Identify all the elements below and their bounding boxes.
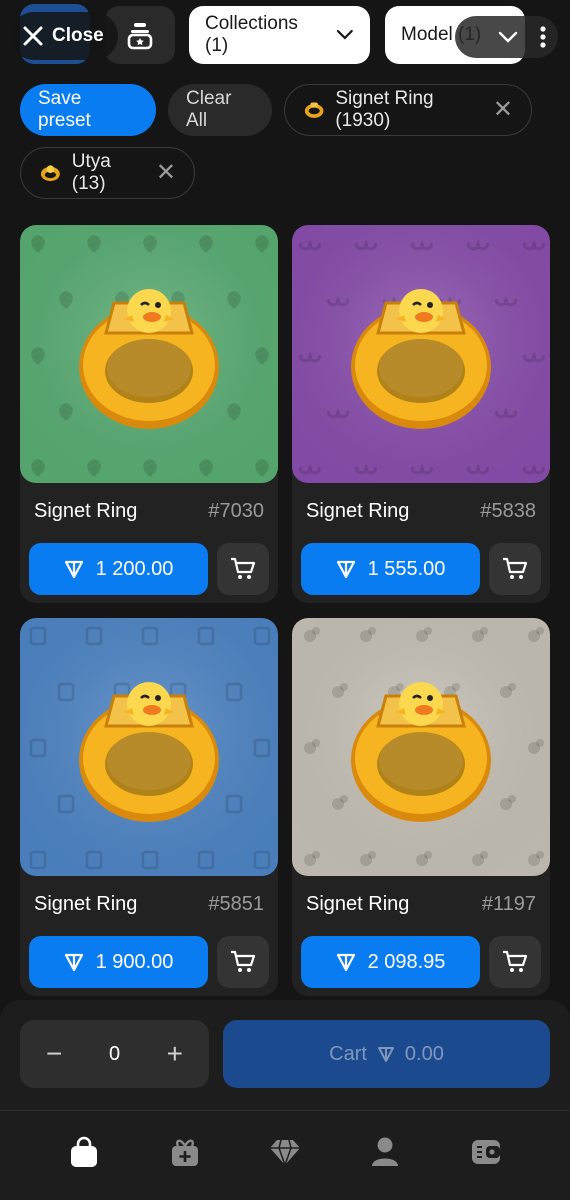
cart-button[interactable]: Cart 0.00 bbox=[223, 1020, 550, 1088]
product-card[interactable]: Signet Ring #7030 1 200.00 bbox=[20, 225, 278, 603]
ton-icon bbox=[64, 953, 83, 972]
product-number: #5838 bbox=[480, 500, 536, 522]
product-name: Signet Ring bbox=[34, 500, 138, 522]
ton-icon bbox=[64, 560, 83, 579]
ton-icon bbox=[336, 560, 355, 579]
nav-item-wallet[interactable] bbox=[458, 1124, 514, 1180]
collections-label: Collections (1) bbox=[205, 13, 298, 56]
wallet-icon bbox=[471, 1140, 500, 1164]
cart-icon bbox=[503, 950, 528, 972]
ring-icon bbox=[304, 102, 324, 118]
product-image[interactable] bbox=[20, 618, 278, 876]
product-name: Signet Ring bbox=[34, 893, 138, 915]
cart-label: Cart bbox=[329, 1042, 367, 1065]
more-vertical-icon[interactable] bbox=[540, 26, 546, 48]
buy-price-button[interactable]: 1 555.00 bbox=[301, 543, 480, 595]
clear-all-label: Clear All bbox=[186, 88, 232, 131]
add-to-cart-button[interactable] bbox=[217, 936, 269, 988]
increment-button[interactable]: + bbox=[167, 1038, 183, 1070]
product-name: Signet Ring bbox=[306, 500, 410, 522]
chevron-down-icon[interactable] bbox=[498, 30, 518, 44]
bottom-navigation bbox=[0, 1120, 570, 1184]
product-number: #5851 bbox=[208, 893, 264, 915]
close-label: Close bbox=[52, 25, 104, 46]
cart-total: 0.00 bbox=[404, 1042, 444, 1065]
product-card[interactable]: Signet Ring #5838 1 555.00 bbox=[292, 225, 550, 603]
decrement-button[interactable]: − bbox=[46, 1038, 62, 1070]
duck-icon bbox=[40, 165, 60, 182]
product-number: #1197 bbox=[481, 893, 536, 915]
ring-illustration bbox=[20, 618, 278, 876]
close-icon bbox=[23, 26, 43, 46]
add-to-cart-button[interactable] bbox=[489, 936, 541, 988]
product-image[interactable] bbox=[292, 225, 550, 483]
ring-illustration bbox=[292, 618, 550, 876]
quantity-value: 0 bbox=[108, 1042, 121, 1065]
product-name: Signet Ring bbox=[306, 893, 410, 915]
diamond-icon bbox=[269, 1139, 300, 1166]
product-price: 2 098.95 bbox=[367, 950, 446, 973]
remove-filter-icon[interactable]: ✕ bbox=[493, 98, 513, 122]
cart-icon bbox=[503, 557, 528, 579]
product-price: 1 900.00 bbox=[95, 950, 174, 973]
product-image[interactable] bbox=[20, 225, 278, 483]
nav-item-market[interactable] bbox=[56, 1124, 112, 1180]
add-to-cart-button[interactable] bbox=[217, 543, 269, 595]
save-preset-label: Save preset bbox=[38, 88, 91, 131]
cart-icon bbox=[231, 557, 256, 579]
remove-filter-icon[interactable]: ✕ bbox=[156, 161, 176, 185]
chevron-down-icon bbox=[337, 29, 354, 40]
product-price: 1 200.00 bbox=[95, 557, 174, 580]
ring-illustration bbox=[292, 225, 550, 483]
nav-item-profile[interactable] bbox=[357, 1124, 413, 1180]
buy-price-button[interactable]: 1 900.00 bbox=[29, 936, 208, 988]
ton-icon bbox=[377, 1047, 394, 1062]
close-button[interactable]: Close bbox=[10, 12, 118, 60]
filter-chip-label: Signet Ring (1930) bbox=[335, 88, 434, 131]
save-preset-button[interactable]: Save preset bbox=[20, 84, 156, 136]
nav-item-gifts[interactable] bbox=[157, 1124, 213, 1180]
window-controls bbox=[455, 16, 558, 58]
filter-chip-label: Utya (13) bbox=[71, 151, 111, 194]
sort-icon bbox=[127, 23, 153, 50]
profile-icon bbox=[372, 1137, 399, 1166]
bag-icon bbox=[71, 1136, 98, 1167]
product-image[interactable] bbox=[292, 618, 550, 876]
product-card[interactable]: Signet Ring #5851 1 900.00 bbox=[20, 618, 278, 996]
product-card[interactable]: Signet Ring #1197 2 098.95 bbox=[292, 618, 550, 996]
product-number: #7030 bbox=[208, 500, 264, 522]
add-to-cart-button[interactable] bbox=[489, 543, 541, 595]
collections-filter[interactable]: Collections (1) bbox=[189, 6, 370, 64]
clear-all-button[interactable]: Clear All bbox=[168, 84, 272, 136]
ton-icon bbox=[336, 953, 355, 972]
buy-price-button[interactable]: 1 200.00 bbox=[29, 543, 208, 595]
cart-icon bbox=[231, 950, 256, 972]
ring-illustration bbox=[20, 225, 278, 483]
nav-item-nft[interactable] bbox=[257, 1124, 313, 1180]
nav-divider bbox=[0, 1110, 570, 1111]
filter-chip-utya[interactable]: Utya (13) ✕ bbox=[20, 147, 195, 199]
buy-price-button[interactable]: 2 098.95 bbox=[301, 936, 480, 988]
quantity-stepper: − 0 + bbox=[20, 1020, 209, 1088]
top-toolbar: Close Collections (1) Model (1) bbox=[0, 0, 570, 72]
gift-add-icon bbox=[171, 1139, 198, 1166]
product-price: 1 555.00 bbox=[367, 557, 446, 580]
filter-chip-signet-ring[interactable]: Signet Ring (1930) ✕ bbox=[284, 84, 532, 136]
